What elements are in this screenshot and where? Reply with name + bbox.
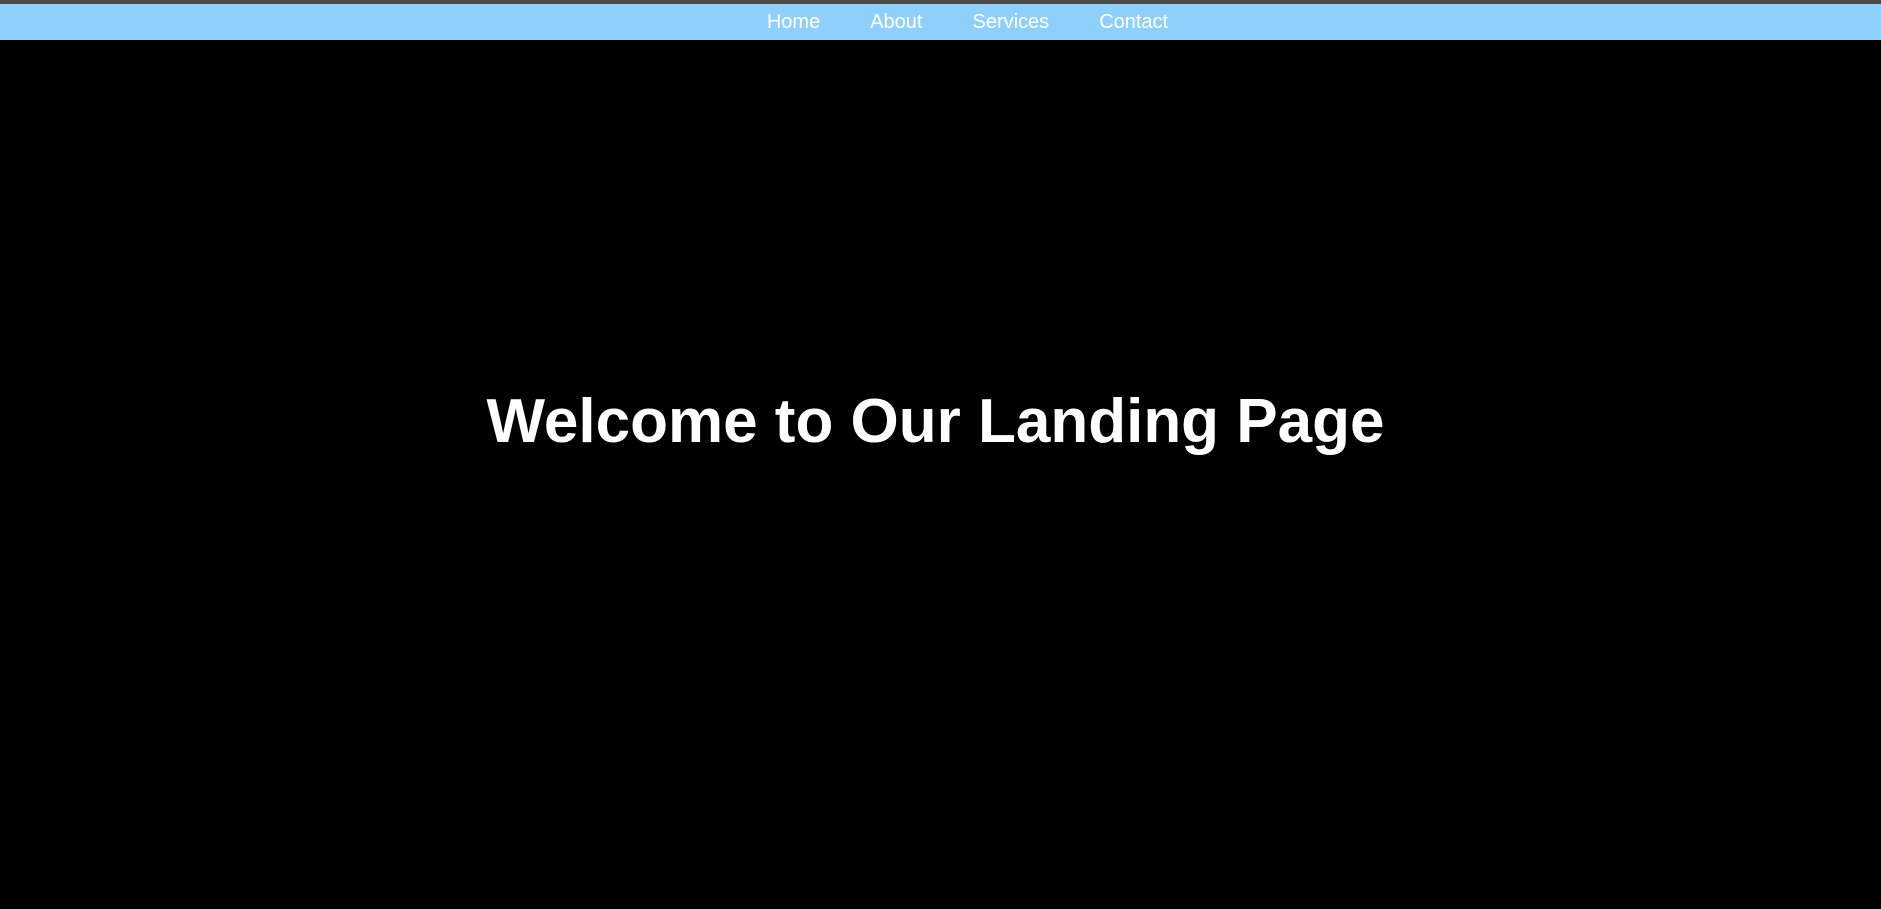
hero-section xyxy=(0,40,1881,909)
nav-links: Home About Services Contact xyxy=(713,4,1168,40)
hero-title: Welcome to Our Landing Page xyxy=(486,387,1385,456)
nav-link-services[interactable]: Services xyxy=(972,4,1049,40)
nav-link-home[interactable]: Home xyxy=(767,4,820,40)
top-navigation-bar: Home About Services Contact xyxy=(0,4,1881,40)
nav-link-contact[interactable]: Contact xyxy=(1099,4,1168,40)
nav-link-about[interactable]: About xyxy=(870,4,922,40)
